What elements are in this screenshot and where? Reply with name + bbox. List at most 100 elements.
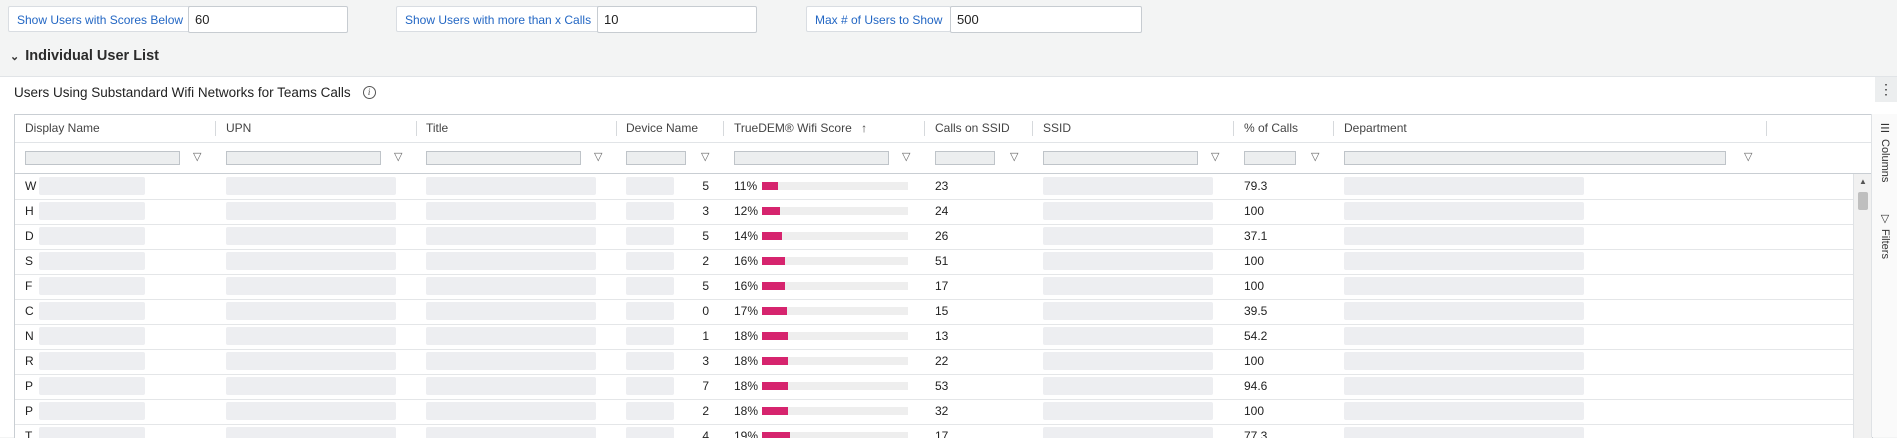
cell-calls-on-ssid: 26 (935, 229, 949, 243)
section-header[interactable]: ⌄ Individual User List (10, 46, 159, 66)
more-options-icon[interactable]: ⋮ (1875, 77, 1897, 102)
cell-percent-calls: 100 (1244, 279, 1265, 293)
table-row[interactable]: C 0 17% 15 39.5 (15, 299, 1853, 325)
cell-percent-calls: 100 (1244, 354, 1265, 368)
redacted-block (226, 227, 396, 245)
col-ssid[interactable]: SSID (1033, 115, 1233, 142)
cell-device-name: 5 (702, 279, 709, 293)
col-department[interactable]: Department (1334, 115, 1766, 142)
redacted-block (1043, 227, 1213, 245)
col-wifi-score[interactable]: TrueDEM® Wifi Score ↑ (724, 115, 924, 142)
filter-funnel-icon[interactable]: ▽ (1311, 150, 1319, 163)
table-row[interactable]: P 2 18% 32 100 (15, 399, 1853, 425)
cell-device-name: 1 (702, 329, 709, 343)
redacted-block (1344, 202, 1584, 220)
col-title[interactable]: Title (416, 115, 616, 142)
chevron-down-icon[interactable]: ⌄ (10, 50, 19, 63)
filter-funnel-icon[interactable]: ▽ (594, 150, 602, 163)
table-row[interactable]: D 5 14% 26 37.1 (15, 224, 1853, 250)
cell-wifi-score: 18% (724, 349, 924, 374)
score-bar (762, 282, 786, 290)
cell-wifi-score: 18% (724, 374, 924, 399)
cell-device-name: 2 (702, 404, 709, 418)
table-row[interactable]: R 3 18% 22 100 (15, 349, 1853, 375)
sort-asc-icon[interactable]: ↑ (861, 121, 867, 135)
filter-funnel-icon[interactable]: ▽ (1744, 150, 1752, 163)
cell-percent-calls: 100 (1244, 404, 1265, 418)
redacted-block (39, 227, 145, 245)
score-bar (762, 182, 779, 190)
filter-funnel-icon[interactable]: ▽ (193, 150, 201, 163)
filters-tab[interactable]: ▽ Filters (1874, 212, 1896, 272)
filter-percent-calls[interactable] (1244, 151, 1296, 165)
redacted-block (426, 402, 596, 420)
filter-funnel-icon[interactable]: ▽ (701, 150, 709, 163)
redacted-block (426, 202, 596, 220)
table-row[interactable]: W 5 11% 23 79.3 (15, 174, 1853, 200)
redacted-block (1043, 427, 1213, 438)
col-percent-calls[interactable]: % of Calls (1234, 115, 1333, 142)
filter-display-name[interactable] (25, 151, 180, 165)
redacted-block (226, 252, 396, 270)
filter-funnel-icon[interactable]: ▽ (902, 150, 910, 163)
filter-funnel-icon[interactable]: ▽ (1010, 150, 1018, 163)
cell-wifi-score: 16% (724, 249, 924, 274)
redacted-block (39, 202, 145, 220)
vertical-scrollbar[interactable]: ▲ (1853, 174, 1872, 438)
header-row: Display Name UPN Title Device Name TrueD… (15, 115, 1872, 143)
call-threshold-label[interactable]: Show Users with more than x Calls (396, 6, 601, 32)
redacted-block (426, 352, 596, 370)
col-wifi-score-label: TrueDEM® Wifi Score (734, 121, 852, 135)
scroll-up-icon[interactable]: ▲ (1859, 177, 1867, 186)
cell-wifi-score: 16% (724, 274, 924, 299)
call-threshold-input[interactable] (597, 6, 757, 33)
col-device-name[interactable]: Device Name (616, 115, 723, 142)
col-upn[interactable]: UPN (216, 115, 416, 142)
redacted-block (1043, 327, 1213, 345)
table-row[interactable]: F 5 16% 17 100 (15, 274, 1853, 300)
table-row[interactable]: N 1 18% 13 54.2 (15, 324, 1853, 350)
panel-title: Users Using Substandard Wifi Networks fo… (14, 85, 351, 100)
filter-device-name[interactable] (626, 151, 686, 165)
columns-tab[interactable]: ☰ Columns (1874, 122, 1896, 194)
filter-upn[interactable] (226, 151, 381, 165)
cell-wifi-score: 18% (724, 324, 924, 349)
filter-funnel-icon[interactable]: ▽ (394, 150, 402, 163)
redacted-block (39, 302, 145, 320)
cell-calls-on-ssid: 22 (935, 354, 949, 368)
score-threshold-label[interactable]: Show Users with Scores Below (8, 6, 193, 32)
filter-funnel-icon[interactable]: ▽ (1211, 150, 1219, 163)
cell-calls-on-ssid: 32 (935, 404, 949, 418)
redacted-block (226, 202, 396, 220)
table-row[interactable]: H 3 12% 24 100 (15, 199, 1853, 225)
redacted-block (426, 377, 596, 395)
cell-device-name: 2 (702, 254, 709, 268)
score-threshold-input[interactable] (188, 6, 348, 33)
info-icon[interactable]: i (362, 86, 376, 99)
filter-calls-on-ssid[interactable] (935, 151, 995, 165)
score-bar-track (762, 182, 908, 190)
redacted-block (1344, 277, 1584, 295)
filter-wifi-score[interactable] (734, 151, 889, 165)
redacted-block (1344, 377, 1584, 395)
redacted-block (226, 177, 396, 195)
redacted-block (39, 402, 145, 420)
cell-wifi-score: 11% (724, 174, 924, 199)
table-row[interactable]: S 2 16% 51 100 (15, 249, 1853, 275)
score-bar-track (762, 357, 908, 365)
col-calls-on-ssid[interactable]: Calls on SSID (925, 115, 1032, 142)
table-row[interactable]: P 7 18% 53 94.6 (15, 374, 1853, 400)
score-bar (762, 207, 780, 215)
col-display-name[interactable]: Display Name (15, 115, 215, 142)
filter-title[interactable] (426, 151, 581, 165)
score-bar (762, 257, 786, 265)
redacted-block (1344, 177, 1584, 195)
filter-department[interactable] (1344, 151, 1726, 165)
filter-ssid[interactable] (1043, 151, 1198, 165)
cell-calls-on-ssid: 15 (935, 304, 949, 318)
max-users-label[interactable]: Max # of Users to Show (806, 6, 952, 32)
scrollbar-thumb[interactable] (1858, 192, 1868, 210)
redacted-block (39, 252, 145, 270)
redacted-block (1344, 302, 1584, 320)
max-users-input[interactable] (950, 6, 1142, 33)
